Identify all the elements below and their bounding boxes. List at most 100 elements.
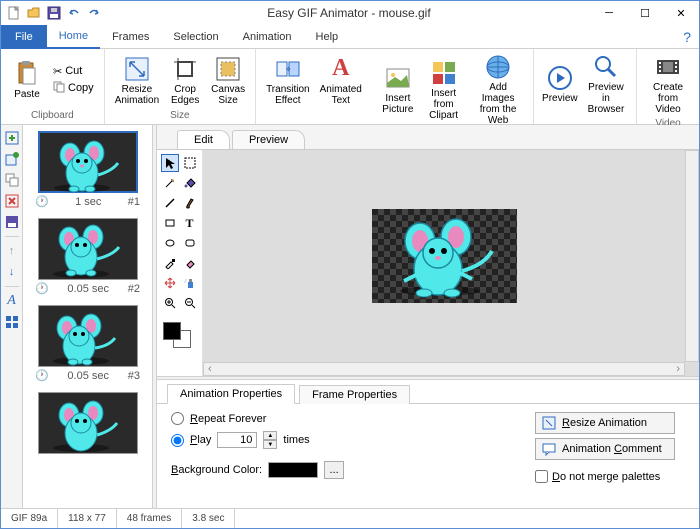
play-count-stepper[interactable]: ▲▼ (263, 431, 277, 449)
transition-button[interactable]: Transition Effect (262, 53, 314, 108)
wand-tool[interactable] (161, 174, 179, 192)
eraser-tool[interactable] (181, 254, 199, 272)
close-button[interactable]: ✕ (663, 1, 699, 25)
insert-frame-icon[interactable] (3, 150, 21, 168)
add-frame-icon[interactable] (3, 129, 21, 147)
tab-animation-properties[interactable]: Animation Properties (167, 384, 295, 404)
right-area: Edit Preview T (157, 125, 699, 508)
copy-icon (53, 81, 65, 96)
open-icon[interactable] (25, 4, 43, 22)
bg-color-browse[interactable]: ... (324, 461, 344, 479)
redo-icon[interactable] (85, 4, 103, 22)
grid-icon[interactable] (3, 313, 21, 331)
times-label: times (283, 434, 309, 446)
spray-tool[interactable] (181, 274, 199, 292)
text-tool[interactable]: T (181, 214, 199, 232)
zoom-out-tool[interactable] (181, 294, 199, 312)
move-up-icon[interactable]: ↑ (3, 242, 21, 260)
editor-tabs: Edit Preview (157, 125, 699, 149)
crop-icon (171, 55, 199, 83)
paste-button[interactable]: Paste (7, 58, 47, 102)
play-icon (546, 64, 574, 92)
merge-palettes-label: Do not merge palettes (552, 471, 660, 483)
editor-body: T ‹› (157, 149, 699, 376)
frame-item[interactable]: 🕐0.05 sec#2 (27, 218, 148, 297)
tab-frames[interactable]: Frames (100, 25, 161, 49)
create-from-video-button[interactable]: Create from Video (643, 51, 693, 117)
undo-icon[interactable] (65, 4, 83, 22)
resize-animation-button[interactable]: Resize Animation (111, 53, 163, 108)
insert-clipart-button[interactable]: Insert from Clipart (420, 57, 468, 123)
copy-button[interactable]: Copy (49, 80, 98, 97)
ribbon-group-preview: Preview Preview in Browser (534, 49, 637, 124)
eyedropper-tool[interactable] (161, 254, 179, 272)
play-label: Play (190, 434, 211, 446)
tab-edit[interactable]: Edit (177, 130, 230, 149)
preview-browser-button[interactable]: Preview in Browser (582, 51, 630, 117)
ribbon: Paste ✂Cut Copy Clipboard Resize Animati… (1, 49, 699, 125)
delete-frame-icon[interactable] (3, 192, 21, 210)
file-menu[interactable]: File (1, 25, 47, 49)
repeat-forever-label: RRepeat Foreverepeat Forever (190, 413, 266, 425)
canvas-size-button[interactable]: Canvas Size (207, 53, 249, 108)
save-frame-icon[interactable] (3, 213, 21, 231)
pointer-tool[interactable] (161, 154, 179, 172)
new-icon[interactable] (5, 4, 23, 22)
zoom-in-tool[interactable] (161, 294, 179, 312)
foreground-color[interactable] (163, 322, 181, 340)
help-icon[interactable]: ? (683, 29, 691, 45)
rect-tool[interactable] (161, 214, 179, 232)
cut-button[interactable]: ✂Cut (49, 64, 98, 79)
marquee-tool[interactable] (181, 154, 199, 172)
minimize-button[interactable]: ─ (591, 1, 627, 25)
ribbon-group-insert: Insert Picture Insert from Clipart Add I… (372, 49, 534, 124)
repeat-forever-radio[interactable] (171, 412, 184, 425)
brush-tool[interactable] (181, 194, 199, 212)
resize-animation-button-2[interactable]: Resize Animation (535, 412, 675, 434)
move-tool[interactable] (161, 274, 179, 292)
play-radio[interactable] (171, 434, 184, 447)
save-icon[interactable] (45, 4, 63, 22)
bg-color-swatch[interactable] (268, 462, 318, 478)
merge-palettes-checkbox[interactable] (535, 470, 548, 483)
tool-palette: T (157, 150, 203, 376)
canvas-preview (372, 209, 517, 303)
maximize-button[interactable]: ☐ (627, 1, 663, 25)
add-from-web-button[interactable]: Add Images from the Web (469, 51, 526, 128)
clipart-icon (430, 59, 458, 87)
frame-thumb (38, 131, 138, 193)
animated-text-button[interactable]: AAnimated Text (316, 53, 366, 108)
ellipse-tool[interactable] (161, 234, 179, 252)
duplicate-frame-icon[interactable] (3, 171, 21, 189)
frame-item[interactable] (27, 392, 148, 454)
tab-home[interactable]: Home (47, 25, 100, 49)
frame-list[interactable]: 🕐1 sec#1 🕐0.05 sec#2 🕐0.05 sec#3 (23, 125, 153, 508)
preview-button[interactable]: Preview (540, 62, 580, 106)
rounded-rect-tool[interactable] (181, 234, 199, 252)
tab-selection[interactable]: Selection (161, 25, 230, 49)
menubar: File Home Frames Selection Animation Hel… (1, 25, 699, 49)
paste-icon (13, 60, 41, 88)
resize-icon (123, 55, 151, 83)
frame-item[interactable]: 🕐0.05 sec#3 (27, 305, 148, 384)
edit-text-icon[interactable]: A (3, 292, 21, 310)
frame-item[interactable]: 🕐1 sec#1 (27, 131, 148, 210)
insert-picture-button[interactable]: Insert Picture (378, 62, 418, 117)
fill-tool[interactable] (181, 174, 199, 192)
tab-frame-properties[interactable]: Frame Properties (299, 385, 410, 404)
vertical-scrollbar[interactable] (685, 150, 699, 362)
line-tool[interactable] (161, 194, 179, 212)
frame-thumb (38, 305, 138, 367)
clock-icon: 🕐 (35, 195, 49, 208)
move-down-icon[interactable]: ↓ (3, 263, 21, 281)
horizontal-scrollbar[interactable]: ‹› (203, 362, 685, 376)
tab-animation[interactable]: Animation (231, 25, 304, 49)
crop-button[interactable]: Crop Edges (165, 53, 205, 108)
status-format: GIF 89a (1, 509, 58, 528)
canvas-viewport[interactable] (203, 150, 685, 362)
play-count-input[interactable] (217, 432, 257, 448)
tab-preview[interactable]: Preview (232, 130, 305, 149)
picture-icon (384, 64, 412, 92)
tab-help[interactable]: Help (304, 25, 351, 49)
animation-comment-button[interactable]: Animation Comment (535, 438, 675, 460)
